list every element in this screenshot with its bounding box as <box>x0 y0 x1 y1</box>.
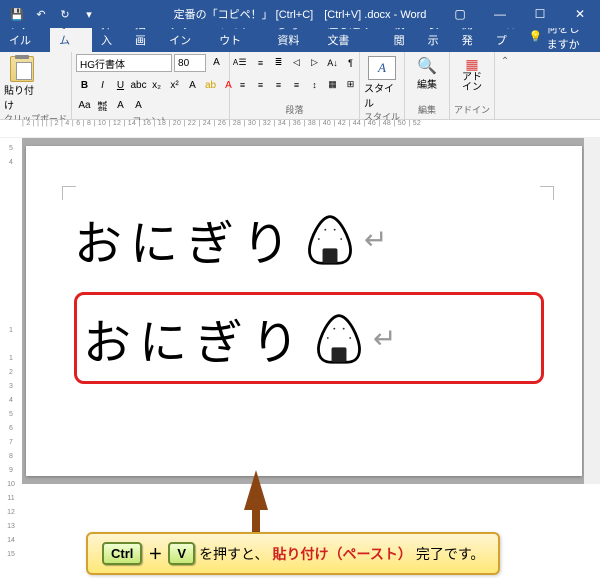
key-ctrl: Ctrl <box>102 542 142 565</box>
callout-arrow-stem <box>252 504 260 534</box>
ruler-h-marks: | 2 | | | | | 2 | 4 | 6 | 8 | 10 | 12 | … <box>22 120 582 138</box>
text-onigiri-1: おにぎり <box>74 204 298 274</box>
close-icon[interactable]: ✕ <box>560 0 600 28</box>
page[interactable]: おにぎり ↵ おにぎり ↵ <box>26 146 582 476</box>
group-editing: 🔍 編集 編集 <box>405 52 450 119</box>
styles-icon: A <box>368 56 396 80</box>
font-name-combo[interactable]: HG行書体 <box>76 54 172 72</box>
shading-button[interactable]: ▦ <box>324 76 341 93</box>
horizontal-ruler[interactable]: | 2 | | | | | 2 | 4 | 6 | 8 | 10 | 12 | … <box>0 120 600 138</box>
vertical-ruler[interactable]: 5 4 1 1 2 3 4 5 6 7 8 9 10 11 12 13 14 1… <box>0 138 22 484</box>
find-icon: 🔍 <box>417 56 437 76</box>
group-styles: A スタイル スタイル <box>360 52 405 119</box>
vertical-scrollbar[interactable] <box>584 138 600 484</box>
numbering-button[interactable]: ≡ <box>252 54 269 71</box>
callout-text-3: 完了です。 <box>416 544 485 564</box>
minimize-icon[interactable]: — <box>480 0 520 28</box>
addins-group-label: アドイン <box>454 103 490 117</box>
group-addins: ▦ アド イン アドイン <box>450 52 495 119</box>
document-line-1[interactable]: おにぎり ↵ <box>74 204 544 274</box>
addins-button[interactable]: ▦ アド イン <box>454 54 490 93</box>
show-marks-button[interactable]: ¶ <box>342 54 359 71</box>
sort-button[interactable]: A↓ <box>324 54 341 71</box>
plus-symbol: ＋ <box>148 544 162 564</box>
window-title: 定番の「コピペ！」 [Ctrl+C] [Ctrl+V] .docx - Word <box>174 6 427 22</box>
increase-indent-button[interactable]: ▷ <box>306 54 323 71</box>
document-area: 5 4 1 1 2 3 4 5 6 7 8 9 10 11 12 13 14 1… <box>0 138 600 484</box>
highlight-button[interactable]: ab <box>202 77 219 94</box>
text-onigiri-2: おにぎり <box>83 303 307 373</box>
onigiri-icon <box>302 211 358 267</box>
editing-label: 編集 <box>417 76 437 91</box>
addins-icon: ▦ <box>465 56 478 73</box>
clipboard-icon <box>10 56 34 82</box>
styles-label: スタイル <box>364 80 400 110</box>
paragraph-mark-icon: ↵ <box>373 322 404 355</box>
bold-button[interactable]: B <box>76 77 93 94</box>
text-effects-button[interactable]: A <box>184 77 201 94</box>
callout-text-1: を押すと、 <box>199 544 268 564</box>
margin-corner-tl <box>62 186 76 200</box>
lightbulb-icon: 💡 <box>529 30 543 43</box>
ribbon-tabs: ファイル ホーム 挿入 描画 デザイン レイアウト 参考資料 差し込み文書 校閲… <box>0 28 600 52</box>
editing-group-label: 編集 <box>409 103 445 117</box>
undo-icon[interactable]: ↶ <box>30 3 52 25</box>
group-font: HG行書体 80 A A B I U abc x₂ x² A ab A Aa ㍿… <box>72 52 230 119</box>
font-size-combo[interactable]: 80 <box>174 54 206 72</box>
addins-label: アド イン <box>462 73 482 93</box>
editing-button[interactable]: 🔍 編集 <box>409 54 445 91</box>
increase-font-icon[interactable]: A <box>208 54 225 71</box>
italic-button[interactable]: I <box>94 77 111 94</box>
paste-label: 貼り付け <box>4 82 40 112</box>
collapse-ribbon-icon[interactable]: ⌃ <box>495 52 515 119</box>
line-spacing-button[interactable]: ↕ <box>306 76 323 93</box>
group-clipboard: 貼り付け クリップボード <box>0 52 72 119</box>
decrease-indent-button[interactable]: ◁ <box>288 54 305 71</box>
callout-text-paste: 貼り付け（ペースト） <box>273 544 412 564</box>
paragraph-mark-icon: ↵ <box>364 223 395 256</box>
char-border-button[interactable]: A <box>112 97 129 114</box>
margin-corner-tr <box>540 186 554 200</box>
multilevel-button[interactable]: ≣ <box>270 54 287 71</box>
save-icon[interactable]: 💾 <box>6 3 28 25</box>
onigiri-icon <box>311 310 367 366</box>
styles-button[interactable]: A スタイル <box>364 54 400 110</box>
subscript-button[interactable]: x₂ <box>148 77 165 94</box>
align-center-button[interactable]: ≡ <box>252 76 269 93</box>
phonetic-button[interactable]: ㍿ <box>94 97 111 114</box>
window-controls: ▢ — ☐ ✕ <box>440 0 600 28</box>
document-line-2[interactable]: おにぎり ↵ <box>83 303 404 373</box>
superscript-button[interactable]: x² <box>166 77 183 94</box>
paste-highlight-box: おにぎり ↵ <box>74 292 544 384</box>
key-v: V <box>168 542 195 565</box>
qat-dropdown-icon[interactable]: ▾ <box>78 3 100 25</box>
justify-button[interactable]: ≡ <box>288 76 305 93</box>
align-left-button[interactable]: ≡ <box>234 76 251 93</box>
ribbon-options-icon[interactable]: ▢ <box>440 0 480 28</box>
bullets-button[interactable]: ☰ <box>234 54 251 71</box>
align-right-button[interactable]: ≡ <box>270 76 287 93</box>
instruction-callout: Ctrl ＋ V を押すと、 貼り付け（ペースト） 完了です。 <box>86 532 500 575</box>
maximize-icon[interactable]: ☐ <box>520 0 560 28</box>
underline-button[interactable]: U <box>112 77 129 94</box>
paste-button[interactable]: 貼り付け <box>4 54 40 112</box>
clear-format-button[interactable]: Aa <box>76 97 93 114</box>
strikethrough-button[interactable]: abc <box>130 77 147 94</box>
char-shading-button[interactable]: A <box>130 97 147 114</box>
title-bar: 💾 ↶ ↻ ▾ 定番の「コピペ！」 [Ctrl+C] [Ctrl+V] .doc… <box>0 0 600 28</box>
redo-icon[interactable]: ↻ <box>54 3 76 25</box>
quick-access-toolbar: 💾 ↶ ↻ ▾ <box>0 3 100 25</box>
group-paragraph: ☰ ≡ ≣ ◁ ▷ A↓ ¶ ≡ ≡ ≡ ≡ ↕ ▦ ⊞ 段落 <box>230 52 360 119</box>
ribbon: 貼り付け クリップボード HG行書体 80 A A B I U abc x₂ x… <box>0 52 600 120</box>
borders-button[interactable]: ⊞ <box>342 76 359 93</box>
paragraph-group-label: 段落 <box>234 103 355 117</box>
